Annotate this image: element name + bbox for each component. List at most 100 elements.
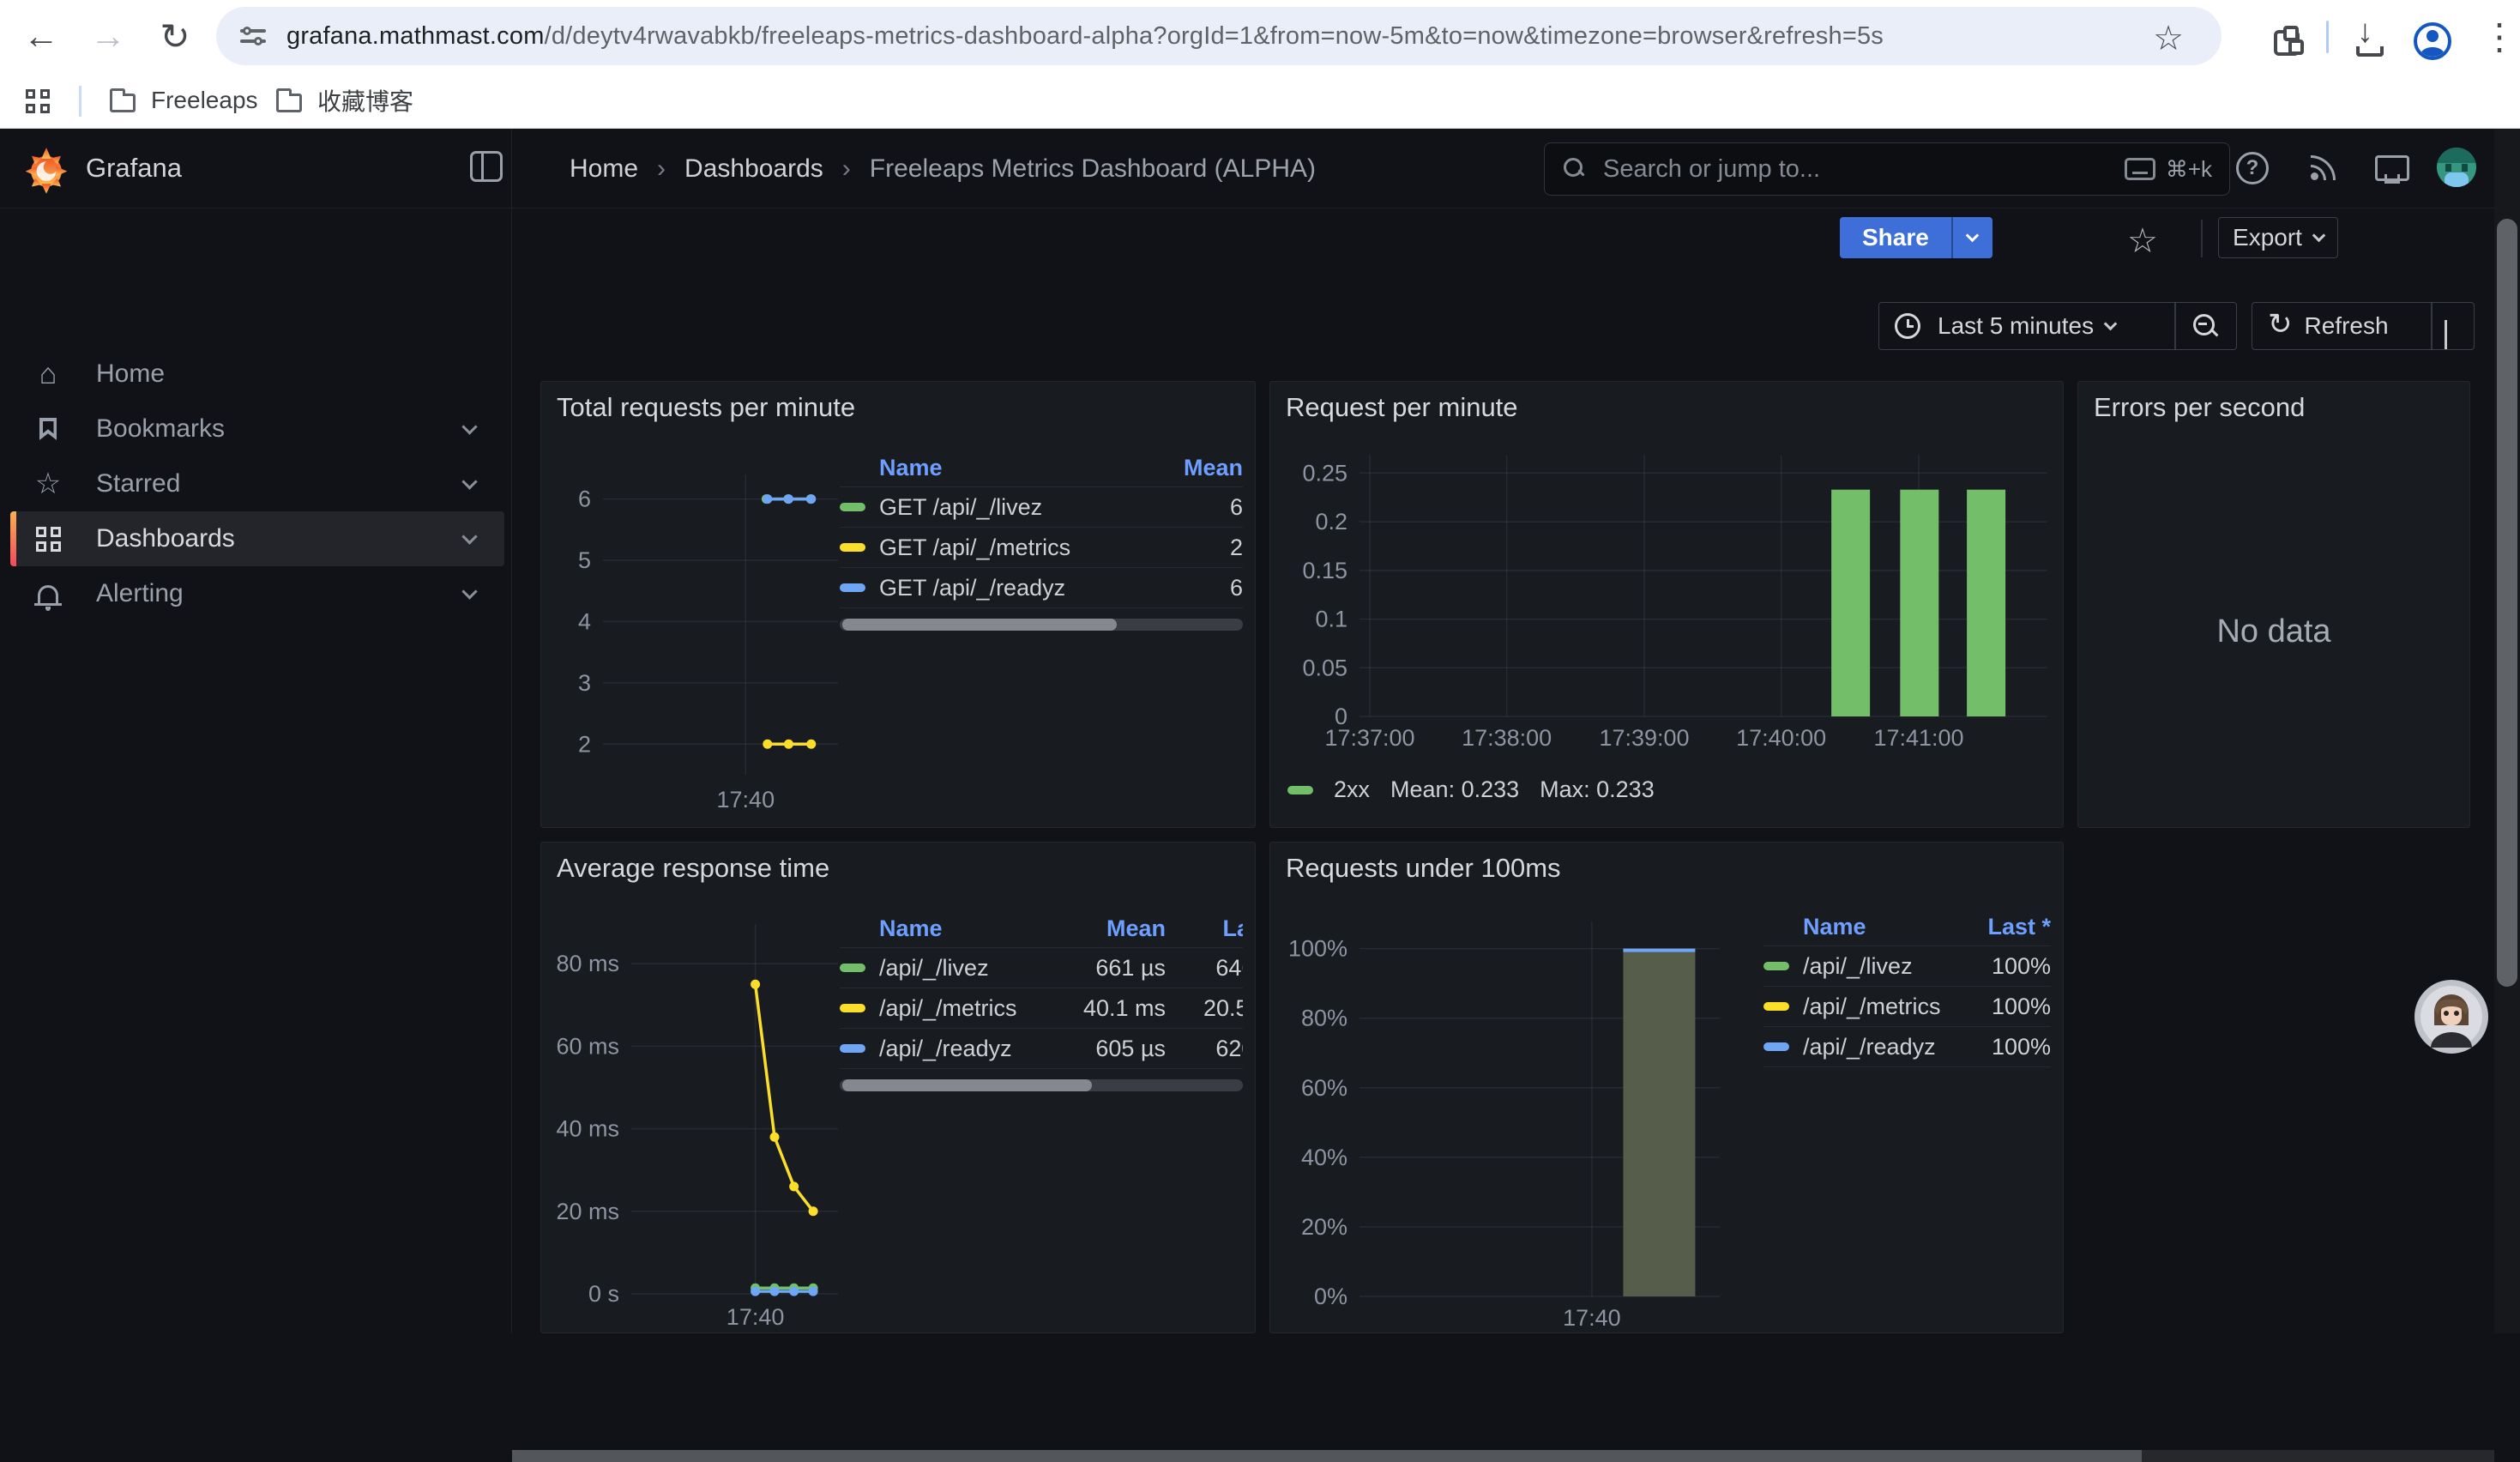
grafana-brand[interactable]: Grafana [86, 153, 182, 184]
legend-mean: Mean: 0.233 [1390, 776, 1519, 803]
panel-title[interactable]: Total requests per minute [557, 392, 855, 423]
sidebar-item-dashboards[interactable]: Dashboards [10, 511, 504, 566]
folder-icon [110, 94, 136, 112]
bookmarks-divider [79, 86, 81, 117]
search-icon [1564, 158, 1586, 180]
breadcrumb-current: Freeleaps Metrics Dashboard (ALPHA) [870, 154, 1316, 184]
help-icon[interactable]: ? [2232, 148, 2273, 189]
no-data-text: No data [2078, 613, 2469, 650]
home-icon: ⌂ [33, 358, 63, 391]
legend-table[interactable]: NameMeanGET /api/_/livez6GET /api/_/metr… [840, 449, 1243, 631]
apps-grid-icon[interactable] [26, 89, 50, 113]
avg-response-chart[interactable]: 0 s20 ms40 ms60 ms80 ms17:40 [550, 903, 850, 1333]
vertical-scrollbar-thumb[interactable] [2497, 219, 2517, 987]
chevron-down-icon[interactable] [461, 529, 477, 544]
grafana-logo[interactable] [24, 146, 69, 194]
panel-avg-response-time: Average response time 0 s20 ms40 ms60 ms… [540, 842, 1256, 1333]
panel-title[interactable]: Request per minute [1286, 392, 1518, 423]
kiosk-monitor-icon[interactable] [2369, 148, 2410, 189]
breadcrumb-home[interactable]: Home [570, 154, 638, 184]
user-avatar[interactable] [2436, 147, 2477, 188]
svg-text:40 ms: 40 ms [556, 1116, 619, 1142]
chevron-down-icon[interactable] [461, 419, 477, 434]
chevron-down-icon[interactable] [461, 474, 477, 489]
share-dropdown[interactable] [1953, 217, 1992, 258]
assistant-avatar[interactable] [2414, 980, 2488, 1054]
sidebar: Grafana ⌂ Home Bookmarks ☆ Starred Dashb… [0, 129, 512, 1333]
legend-table[interactable]: NameLast */api/_/livez100%/api/_/metrics… [1763, 908, 2051, 1067]
sidebar-item-starred[interactable]: ☆ Starred [10, 456, 504, 511]
svg-text:6: 6 [578, 486, 591, 512]
share-button[interactable]: Share [1840, 217, 1992, 258]
under-100ms-chart[interactable]: 0%20%40%60%80%100%17:40 [1281, 901, 1766, 1333]
panel-title[interactable]: Requests under 100ms [1286, 853, 1561, 884]
svg-text:3: 3 [578, 670, 591, 696]
bookmark-star-icon[interactable]: ☆ [2153, 19, 2184, 58]
grafana-app: Grafana ⌂ Home Bookmarks ☆ Starred Dashb… [0, 129, 2520, 1333]
svg-text:80%: 80% [1301, 1006, 1347, 1031]
search-input[interactable]: Search or jump to... ⌘+k [1544, 142, 2230, 196]
svg-text:0.1: 0.1 [1315, 607, 1347, 632]
sidebar-item-alerting[interactable]: Alerting [10, 566, 504, 621]
search-shortcut: ⌘+k [2166, 156, 2212, 183]
time-range-picker[interactable]: Last 5 minutes [1938, 312, 2094, 340]
breadcrumb: Home › Dashboards › Freeleaps Metrics Da… [570, 129, 1316, 208]
svg-text:17:40:00: 17:40:00 [1736, 725, 1826, 751]
svg-text:0.25: 0.25 [1302, 460, 1347, 486]
button-divider [2431, 303, 2433, 349]
address-bar[interactable]: grafana.mathmast.com/d/deytv4rwavabkb/fr… [216, 7, 2222, 65]
bookmark-label: Freeleaps [151, 87, 258, 114]
svg-text:20%: 20% [1301, 1214, 1347, 1240]
chevron-down-icon [2104, 317, 2118, 331]
legend-marker [1287, 786, 1313, 794]
sidebar-item-home[interactable]: ⌂ Home [10, 347, 504, 402]
sidebar-collapse-icon[interactable] [470, 151, 503, 182]
url-text[interactable]: grafana.mathmast.com/d/deytv4rwavabkb/fr… [286, 22, 1884, 51]
bookmark-folder-freeleaps[interactable]: Freeleaps [96, 81, 272, 120]
legend-table[interactable]: NameMeanLast */api/_/livez661 µs646 µs/a… [840, 909, 1243, 1091]
profile-icon[interactable] [2407, 15, 2458, 67]
svg-text:100%: 100% [1288, 936, 1347, 962]
panel-request-per-minute: Request per minute 00.050.10.150.20.2517… [1269, 381, 2064, 828]
clock-icon [1895, 313, 1920, 339]
svg-text:17:39:00: 17:39:00 [1599, 725, 1689, 751]
forward-button[interactable]: → [82, 10, 134, 62]
svg-text:0%: 0% [1314, 1284, 1347, 1309]
site-settings-icon[interactable] [240, 23, 266, 49]
refresh-button[interactable]: Refresh [2305, 312, 2389, 340]
refresh-interval-dropdown[interactable] [2445, 320, 2447, 347]
bookmarks-bar: Freeleaps 收藏博客 [0, 72, 2520, 129]
favorite-star-icon[interactable]: ☆ [2127, 221, 2158, 261]
svg-text:4: 4 [578, 608, 591, 634]
horizontal-scrollbar-thumb[interactable] [512, 1450, 2142, 1462]
svg-text:20 ms: 20 ms [556, 1199, 619, 1224]
active-indicator [10, 511, 16, 566]
sidebar-item-label: Bookmarks [96, 414, 464, 444]
news-rss-icon[interactable] [2302, 148, 2343, 189]
panel-title[interactable]: Average response time [557, 853, 829, 884]
browser-toolbar: ← → ↻ grafana.mathmast.com/d/deytv4rwava… [0, 0, 2520, 72]
svg-text:60%: 60% [1301, 1075, 1347, 1101]
svg-text:17:40: 17:40 [1563, 1305, 1621, 1331]
toolbar-divider [2326, 21, 2329, 53]
downloads-icon[interactable]: ↓ [2345, 14, 2396, 65]
back-button[interactable]: ← [15, 10, 67, 62]
bookmark-folder-blogs[interactable]: 收藏博客 [262, 81, 427, 120]
chevron-down-icon[interactable] [461, 583, 477, 599]
share-label: Share [1840, 217, 1951, 258]
panel-title[interactable]: Errors per second [2094, 392, 2305, 423]
sidebar-item-bookmarks[interactable]: Bookmarks [10, 402, 504, 456]
chevron-down-icon [2312, 229, 2326, 243]
breadcrumb-dashboards[interactable]: Dashboards [684, 154, 823, 184]
panel-total-requests: Total requests per minute 2345617:40 Nam… [540, 381, 1256, 828]
reload-button[interactable]: ↻ [149, 10, 201, 62]
legend-line[interactable]: 2xx Mean: 0.233 Max: 0.233 [1287, 776, 1655, 803]
bookmark-label: 收藏博客 [317, 83, 413, 118]
browser-menu-icon[interactable]: ⋮ [2474, 10, 2520, 62]
svg-text:5: 5 [578, 547, 591, 573]
export-button[interactable]: Export [2218, 217, 2338, 258]
extensions-icon[interactable] [2261, 17, 2312, 69]
request-per-minute-chart[interactable]: 00.050.10.150.20.2517:37:0017:38:0017:39… [1281, 444, 2053, 800]
total-requests-chart[interactable]: 2345617:40 [550, 444, 850, 828]
svg-text:60 ms: 60 ms [556, 1033, 619, 1059]
